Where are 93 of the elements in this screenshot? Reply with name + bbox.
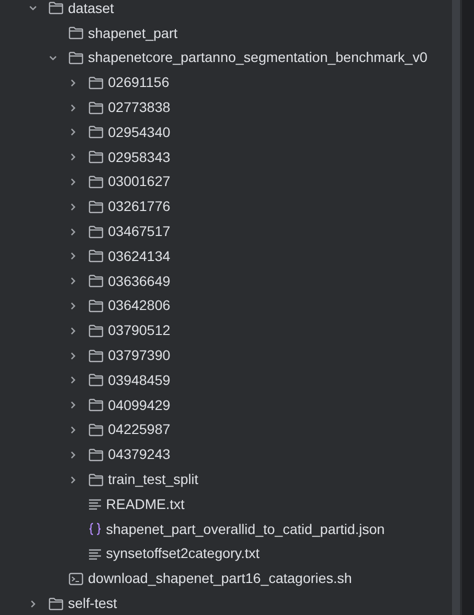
chevron-right-icon[interactable] — [68, 127, 78, 138]
item-label: train_test_split — [108, 470, 198, 490]
chevron-right-icon[interactable] — [68, 474, 78, 485]
braces-icon — [88, 522, 102, 536]
tree-item[interactable]: self-test — [0, 591, 452, 615]
tree-item[interactable]: 04099429 — [0, 392, 452, 418]
folder-icon — [88, 249, 104, 264]
tree-item[interactable]: shapenet_part_overallid_to_catid_partid.json — [0, 516, 452, 542]
folder-icon — [68, 50, 84, 65]
folder-icon — [88, 348, 104, 363]
chevron-right-icon[interactable] — [68, 350, 78, 361]
chevron-right-icon[interactable] — [68, 375, 78, 386]
item-label: shapenet_part_overallid_to_catid_partid.json — [106, 520, 385, 539]
item-label: 03624134 — [108, 246, 170, 266]
item-label: 03467517 — [108, 222, 170, 242]
item-label: 02958343 — [108, 148, 170, 167]
tree-item[interactable]: 03642806 — [0, 294, 452, 318]
chevron-right-icon[interactable] — [68, 300, 78, 311]
chevron-right-icon[interactable] — [68, 424, 78, 435]
tree-item[interactable]: 03636649 — [0, 268, 452, 294]
item-label: 03636649 — [108, 272, 170, 291]
item-label: shapenetcore_partanno_segmentation_benchmark_v0 — [88, 48, 428, 68]
tree-item[interactable]: shapenet_part — [0, 20, 452, 46]
chevron-right-icon[interactable] — [68, 176, 78, 187]
item-label: 02773838 — [108, 98, 170, 118]
tree-item[interactable]: 03467517 — [0, 219, 452, 244]
folder-icon — [88, 76, 104, 90]
folder-icon — [88, 324, 104, 338]
chevron-right-icon[interactable] — [28, 598, 38, 609]
tree-item[interactable]: 03797390 — [0, 343, 452, 368]
chevron-right-icon[interactable] — [68, 400, 78, 410]
folder-icon — [88, 174, 104, 189]
text-file-icon — [88, 498, 102, 510]
folder-icon — [48, 1, 64, 16]
chevron-right-icon[interactable] — [68, 102, 78, 113]
chevron-right-icon[interactable] — [68, 78, 78, 88]
item-label: self-test — [68, 594, 118, 614]
tree-item[interactable]: 02773838 — [0, 95, 452, 120]
tree-item[interactable]: synsetoffset2category.txt — [0, 542, 452, 566]
item-label: 04225987 — [108, 420, 170, 440]
folder-icon — [88, 200, 104, 214]
item-label: download_shapenet_part16_catagories.sh — [88, 569, 352, 588]
chevron-right-icon[interactable] — [68, 152, 78, 162]
item-label: 03642806 — [108, 296, 170, 316]
folder-icon — [48, 596, 64, 611]
tree-item[interactable]: 02958343 — [0, 144, 452, 170]
folder-icon — [88, 150, 104, 164]
tree-item[interactable]: 04379243 — [0, 442, 452, 468]
tree-item[interactable]: shapenetcore_partanno_segmentation_benchmark_v0 — [0, 46, 452, 70]
chevron-right-icon[interactable] — [68, 276, 78, 286]
item-label: synsetoffset2category.txt — [106, 544, 260, 564]
folder-icon — [88, 100, 104, 115]
folder-icon — [88, 448, 104, 462]
text-file-icon — [88, 548, 102, 560]
folder-icon — [88, 422, 104, 437]
folder-icon — [88, 398, 104, 412]
item-label: shapenet_part — [88, 24, 178, 43]
folder-icon — [88, 224, 104, 239]
folder-icon — [88, 472, 104, 487]
item-label: 02691156 — [108, 73, 170, 92]
tree-item[interactable]: 03001627 — [0, 170, 452, 194]
folder-icon — [68, 26, 84, 40]
tree-item[interactable]: train_test_split — [0, 467, 452, 492]
folder-icon — [88, 298, 104, 313]
folder-icon — [88, 274, 104, 288]
tree-item[interactable]: download_shapenet_part16_catagories.sh — [0, 566, 452, 592]
tree-item[interactable]: 02691156 — [0, 70, 452, 96]
tree-item[interactable]: 03261776 — [0, 194, 452, 220]
tree-item[interactable]: 03948459 — [0, 368, 452, 393]
tree-item[interactable]: 03624134 — [0, 244, 452, 269]
tree-item[interactable]: 03790512 — [0, 318, 452, 344]
chevron-right-icon[interactable] — [68, 202, 78, 212]
item-label: 03948459 — [108, 370, 170, 390]
item-label: dataset — [68, 0, 114, 18]
item-label: 03790512 — [108, 321, 170, 340]
terminal-icon — [68, 572, 84, 586]
chevron-right-icon[interactable] — [68, 326, 78, 336]
chevron-right-icon[interactable] — [68, 450, 78, 460]
item-label: 03001627 — [108, 172, 170, 192]
tree-item[interactable]: dataset — [0, 0, 452, 21]
tree-item[interactable]: README.txt — [0, 492, 452, 517]
tree-item[interactable]: 02954340 — [0, 120, 452, 145]
chevron-right-icon[interactable] — [68, 251, 78, 262]
item-label: 02954340 — [108, 122, 170, 142]
item-label: 04379243 — [108, 445, 170, 464]
item-label: 03261776 — [108, 197, 170, 216]
tree-item[interactable]: 04225987 — [0, 418, 452, 442]
folder-icon — [88, 373, 104, 388]
item-label: README.txt — [106, 494, 185, 514]
folder-icon — [88, 125, 104, 140]
item-label: 03797390 — [108, 346, 170, 366]
item-label: 04099429 — [108, 396, 170, 415]
chevron-right-icon[interactable] — [68, 226, 78, 237]
